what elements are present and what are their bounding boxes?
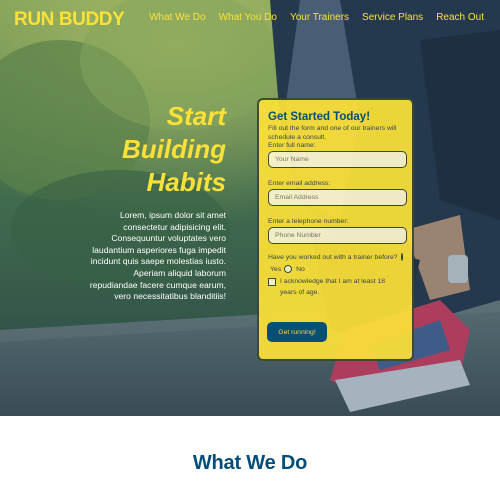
hero-heading: Start Building Habits [110,100,226,199]
no-label: No [296,265,305,273]
form-title: Get Started Today! [268,111,371,123]
site-header: RUN BUDDY What We Do What You Do Your Tr… [0,0,500,36]
hero-heading-line: Start [166,101,226,131]
acknowledge-checkbox[interactable] [268,278,276,286]
get-running-button[interactable]: Get running! [267,322,327,342]
phone-input[interactable] [268,227,407,244]
hero-section [0,0,500,416]
nav-link-service-plans[interactable]: Service Plans [362,12,423,23]
signup-form: Get Started Today! Fill out the form and… [257,98,414,361]
phone-label: Enter a telephone number: [268,218,349,225]
name-label: Enter full name: [268,142,316,149]
nav-link-what-you-do[interactable]: What You Do [219,12,277,23]
trainer-question-label: Have you worked out with a trainer befor… [268,253,398,261]
nav-link-what-we-do[interactable]: What We Do [149,12,206,23]
acknowledge-label: I acknowledge that I am at least 18 year… [280,278,386,296]
hero-heading-line: Habits [146,167,226,197]
hero-overlay [0,0,500,416]
question-radio[interactable] [400,253,403,261]
name-input[interactable] [268,151,407,168]
site-logo[interactable]: RUN BUDDY [14,9,125,31]
email-label: Enter email address: [268,180,331,187]
form-subtitle: Fill out the form and one of our trainer… [268,125,397,141]
nav-link-your-trainers[interactable]: Your Trainers [290,12,349,23]
email-input[interactable] [268,189,407,206]
main-nav: What We Do What You Do Your Trainers Ser… [149,12,484,23]
acknowledge-row: I acknowledge that I am at least 18 year… [268,276,403,298]
nav-link-reach-out[interactable]: Reach Out [436,12,484,23]
yes-label: Yes [270,265,282,273]
yes-no-row: Yes No [268,265,403,273]
trainer-question-row: Have you worked out with a trainer befor… [268,253,403,261]
hero-body-text: Lorem, ipsum dolor sit amet consectetur … [89,210,226,302]
section-title-what-we-do: What We Do [192,452,308,474]
hero-heading-line: Building [122,134,226,164]
yes-radio[interactable] [284,265,293,273]
